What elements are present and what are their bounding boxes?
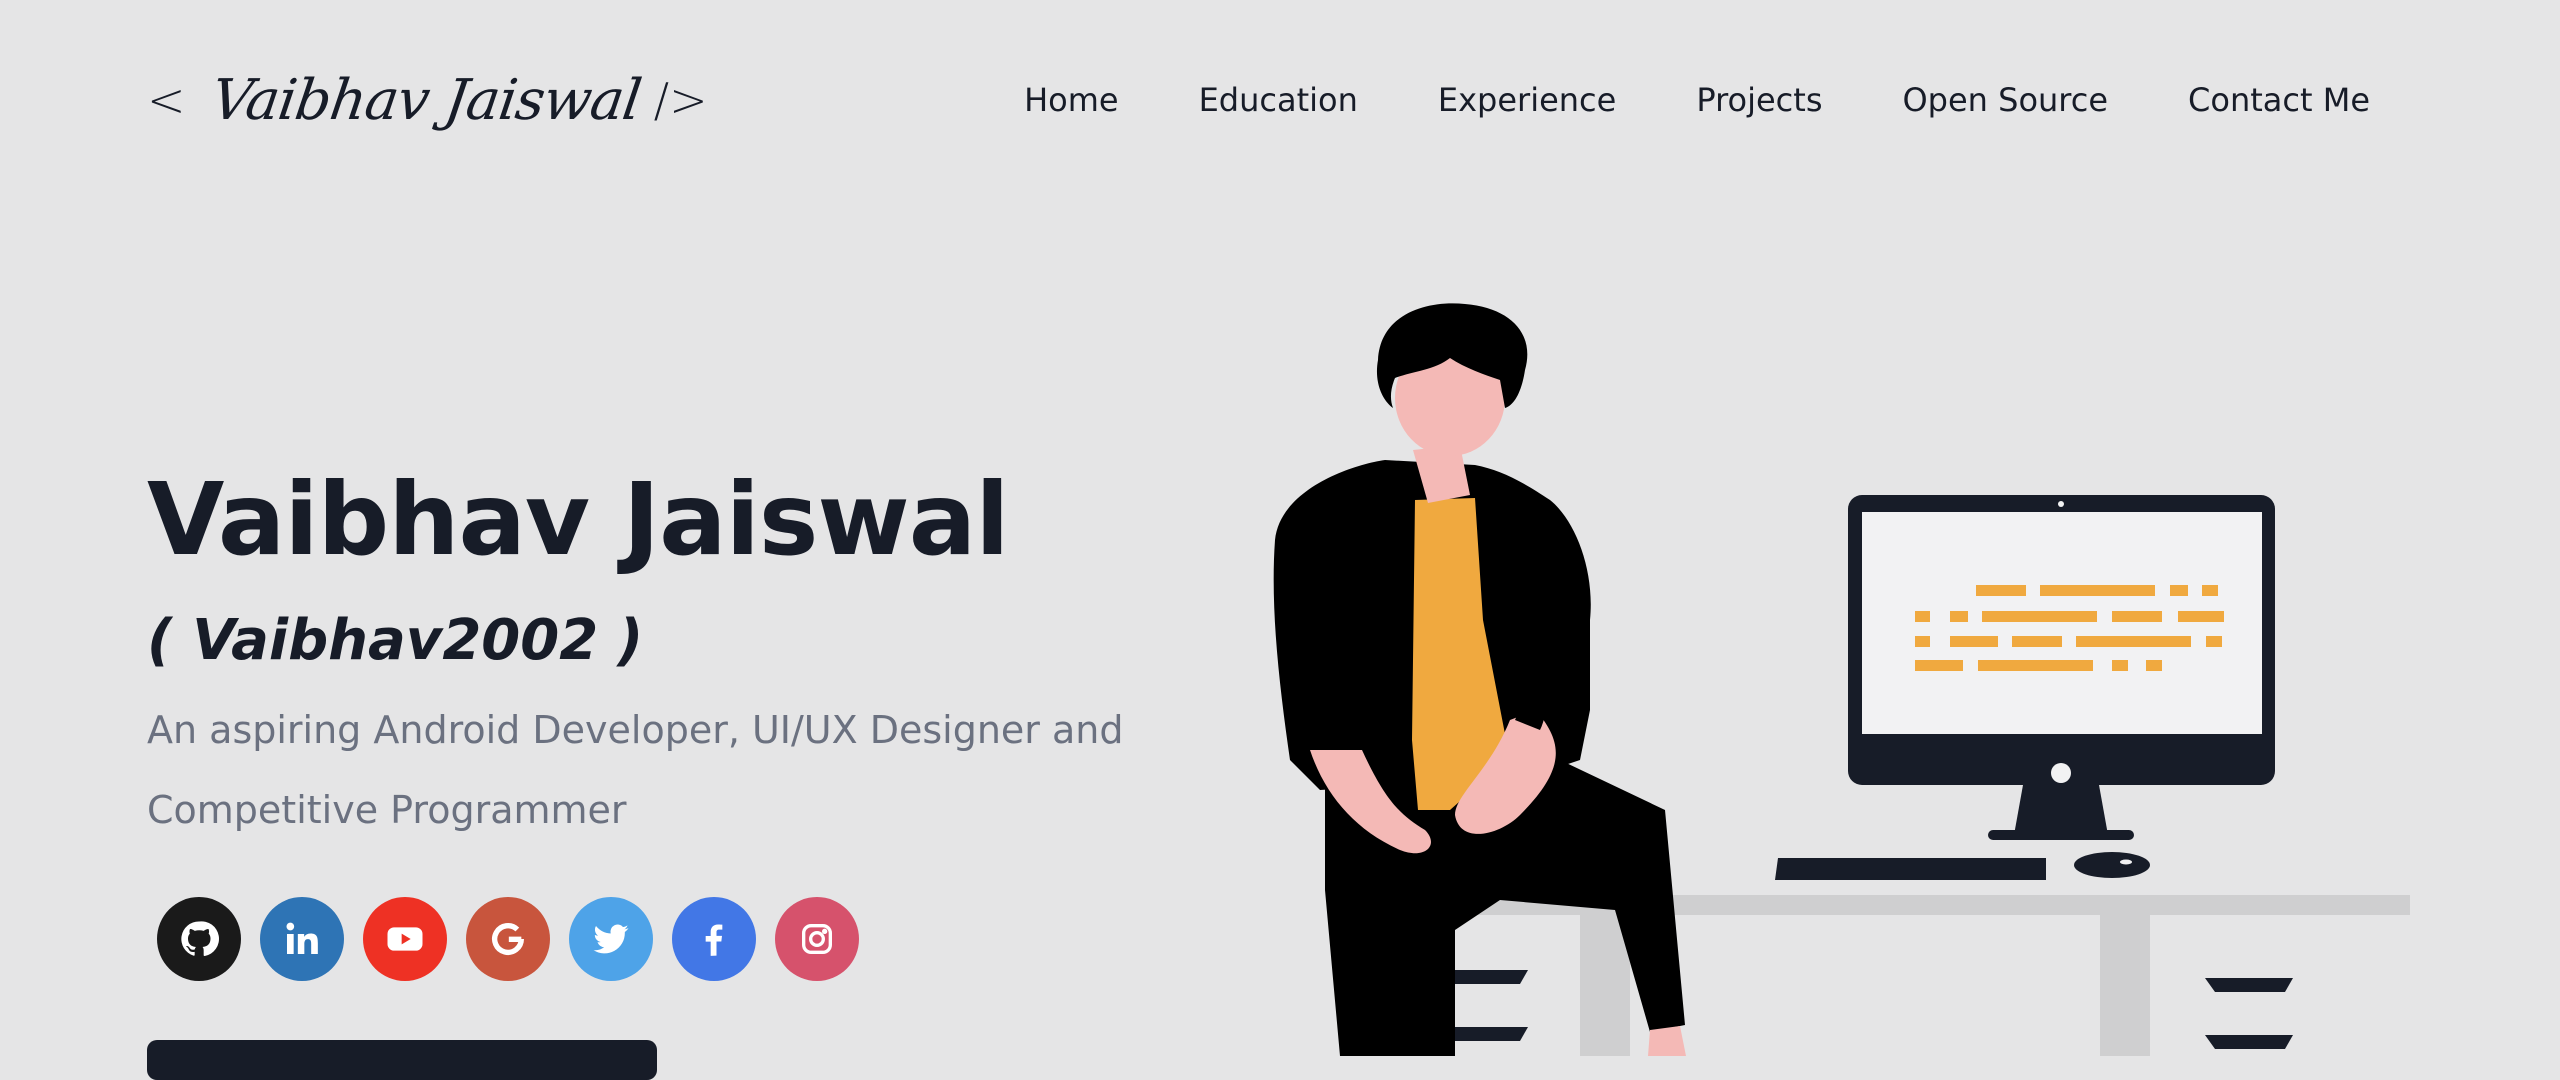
nav-education[interactable]: Education <box>1159 76 1398 124</box>
nav-open-source[interactable]: Open Source <box>1862 76 2148 124</box>
linkedin-icon <box>286 922 318 954</box>
github-button[interactable] <box>157 897 241 981</box>
nav-projects[interactable]: Projects <box>1656 76 1862 124</box>
facebook-button[interactable] <box>672 897 756 981</box>
nav-experience[interactable]: Experience <box>1398 76 1656 124</box>
youtube-icon <box>387 927 423 951</box>
nav-home[interactable]: Home <box>984 76 1159 124</box>
social-links <box>157 897 859 981</box>
nav-contact-me[interactable]: Contact Me <box>2148 76 2370 124</box>
github-icon <box>181 921 219 957</box>
youtube-button[interactable] <box>363 897 447 981</box>
logo[interactable]: < Vaibhav Jaiswal /> <box>147 60 708 140</box>
linkedin-button[interactable] <box>260 897 344 981</box>
logo-open-bracket: < <box>147 73 186 127</box>
hero-handle: ( Vaibhav2002 ) <box>147 608 644 673</box>
instagram-icon <box>802 924 832 954</box>
twitter-icon <box>593 924 629 954</box>
google-icon <box>492 923 524 956</box>
developer-illustration <box>1273 303 2410 1056</box>
resume-button[interactable] <box>147 1040 657 1080</box>
google-button[interactable] <box>466 897 550 981</box>
hero-title: Vaibhav Jaiswal <box>147 461 1010 578</box>
main-nav: Home Education Experience Projects Open … <box>984 76 2370 124</box>
hero-subtitle: An aspiring Android Developer, UI/UX Des… <box>147 708 1124 832</box>
facebook-icon <box>705 924 723 956</box>
twitter-button[interactable] <box>569 897 653 981</box>
instagram-button[interactable] <box>775 897 859 981</box>
logo-close-bracket: /> <box>653 73 708 127</box>
logo-signature: Vaibhav Jaiswal <box>206 67 645 133</box>
